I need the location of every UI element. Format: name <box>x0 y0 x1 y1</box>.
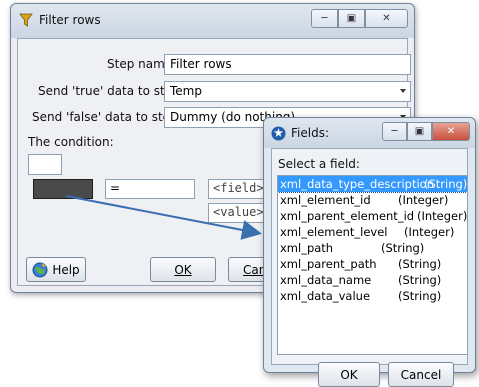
send-true-label: Send 'true' data to step: <box>38 84 184 98</box>
minimize-button[interactable]: ─ <box>311 9 338 28</box>
field-name: xml_data_value <box>280 289 371 303</box>
condition-negate-box[interactable] <box>28 154 62 175</box>
fields-ok-button[interactable]: OK <box>318 362 380 387</box>
minimize-icon: ─ <box>391 126 398 137</box>
field-type: (String) <box>381 241 425 255</box>
fields-ok-button-label: OK <box>340 367 358 382</box>
condition-field-placeholder-box[interactable] <box>33 179 93 199</box>
maximize-icon: ▣ <box>414 126 425 137</box>
close-icon: ✕ <box>382 13 391 24</box>
field-name: xml_parent_path <box>280 257 377 271</box>
fields-gear-icon <box>271 126 286 141</box>
field-type: (String) <box>398 273 442 287</box>
list-item[interactable]: xml_path (String) <box>278 240 467 256</box>
field-name: xml_parent_element_id <box>280 209 415 223</box>
field-type: (Integer) <box>398 193 449 207</box>
field-name: xml_path <box>280 241 334 255</box>
send-true-combo[interactable]: Temp <box>164 81 411 102</box>
fields-minimize-button[interactable]: ─ <box>382 122 407 141</box>
close-button[interactable]: ✕ <box>365 9 408 28</box>
step-name-label: Step name <box>107 57 173 71</box>
minimize-icon: ─ <box>321 13 328 24</box>
fields-listbox[interactable]: xml_data_type_description (String) xml_e… <box>277 175 468 355</box>
field-type: (String) <box>424 177 468 191</box>
select-field-label: Select a field: <box>278 157 360 171</box>
list-item[interactable]: xml_parent_path (String) <box>278 256 467 272</box>
chevron-down-icon <box>400 89 406 93</box>
field-name: xml_data_type_description <box>280 177 434 191</box>
condition-field-input[interactable]: <field> <box>208 179 268 199</box>
list-item[interactable]: xml_element_id (Integer) <box>278 192 467 208</box>
condition-label: The condition: <box>28 135 114 149</box>
fields-dialog: Fields: ─ ▣ ✕ Select a field: xml_data_t… <box>263 117 476 387</box>
fields-cancel-button-label: Cancel <box>400 367 442 382</box>
fields-maximize-button[interactable]: ▣ <box>407 122 432 141</box>
field-name: xml_element_id <box>280 193 371 207</box>
field-type: (String) <box>398 257 442 271</box>
filter-funnel-icon <box>19 13 33 27</box>
maximize-button[interactable]: ▣ <box>338 9 365 28</box>
step-name-input[interactable]: Filter rows <box>164 54 411 75</box>
condition-value-input[interactable]: <value> <box>208 203 268 223</box>
maximize-icon: ▣ <box>346 13 357 24</box>
title-bar[interactable]: Filter rows ─ ▣ ✕ <box>11 4 414 38</box>
window-title: Filter rows <box>39 13 101 27</box>
field-type: (Integer) <box>404 225 455 239</box>
ok-button[interactable]: OK <box>150 257 216 282</box>
help-button[interactable]: Help <box>26 257 86 282</box>
operator-input[interactable]: = <box>105 179 195 199</box>
fields-title-bar[interactable]: Fields: ─ ▣ ✕ <box>264 118 475 148</box>
help-button-label: Help <box>52 262 80 277</box>
field-name: xml_element_level <box>280 225 388 239</box>
send-true-value: Temp <box>170 84 202 98</box>
fields-dialog-body: Select a field: xml_data_type_descriptio… <box>271 148 468 387</box>
close-icon: ✕ <box>446 126 456 137</box>
ok-button-label: OK <box>174 262 192 277</box>
send-false-label: Send 'false' data to step: <box>32 110 182 124</box>
list-item[interactable]: xml_data_type_description (String) <box>278 176 468 193</box>
field-type: (String) <box>398 289 442 303</box>
field-name: xml_data_name <box>280 273 372 287</box>
field-type: (Integer) <box>417 209 468 223</box>
fields-window-title: Fields: <box>291 126 329 140</box>
fields-close-button[interactable]: ✕ <box>432 122 470 141</box>
list-item[interactable]: xml_data_name (String) <box>278 272 467 288</box>
help-globe-icon <box>32 262 48 277</box>
fields-cancel-button[interactable]: Cancel <box>388 362 454 387</box>
list-item[interactable]: xml_data_value (String) <box>278 288 467 304</box>
list-item[interactable]: xml_element_level (Integer) <box>278 224 467 240</box>
list-item[interactable]: xml_parent_element_id (Integer) <box>278 208 467 224</box>
